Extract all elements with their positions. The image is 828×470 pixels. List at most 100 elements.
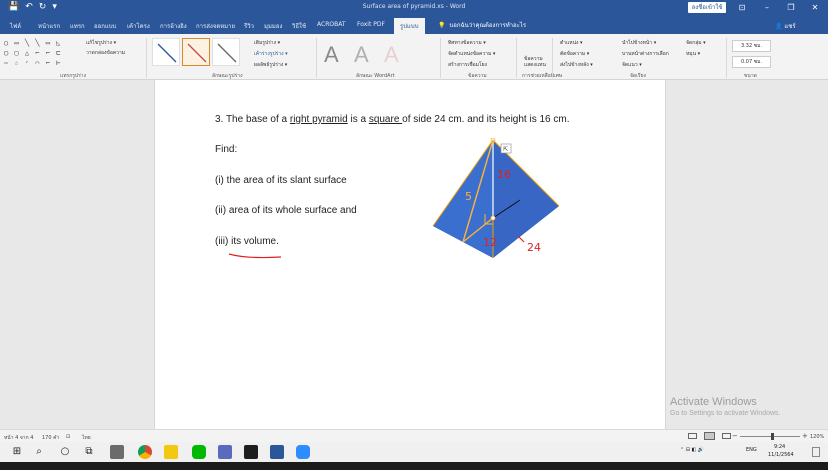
tab-help[interactable]: วิธีใช้ xyxy=(292,21,306,31)
system-tray-icons[interactable]: ⌃ ⊟ ◧ 🔊 xyxy=(680,447,704,453)
input-language[interactable]: ENG xyxy=(746,447,757,453)
style-swatch-1[interactable] xyxy=(152,38,180,66)
group-label-accessibility: การช่วยเหลือพิเศษ xyxy=(522,73,563,79)
ribbon: ○ ▭ ╲ ╲ ▭ ◺ ◯ ▢ △ ⌐ ⌐ ⊏ ⇨ ☆ ◜ ⌒ ⌐ ⊢ แก้ไ… xyxy=(0,34,828,80)
wordart-style-2[interactable]: A xyxy=(354,42,369,68)
clock-date[interactable]: 11/1/2564 xyxy=(768,452,794,458)
restore-icon[interactable]: ❐ xyxy=(784,2,798,13)
style-swatch-2[interactable] xyxy=(182,38,210,66)
proofing-icon[interactable]: ⊡ xyxy=(66,434,70,440)
handwritten-underline xyxy=(228,253,282,259)
shape-gallery[interactable]: ○ ▭ ╲ ╲ ▭ ◺ ◯ ▢ △ ⌐ ⌐ ⊏ ⇨ ☆ ◜ ⌒ ⌐ ⊢ xyxy=(4,38,80,68)
discord-app-icon[interactable] xyxy=(218,445,232,459)
share-button[interactable]: 👤 แชร์ xyxy=(775,21,796,31)
alt-text-button[interactable]: ข้อความ แสดงแทน xyxy=(524,56,546,68)
ribbon-divider xyxy=(726,38,727,78)
send-backward-button[interactable]: ส่งไปข้างหลัง ▾ xyxy=(560,61,593,69)
create-link-button[interactable]: สร้างการเชื่อมโยง xyxy=(448,61,487,69)
tab-shape-format[interactable]: รูปแบบ xyxy=(394,18,425,34)
question-underlined: right pyramid xyxy=(289,114,348,125)
tab-insert[interactable]: แทรก xyxy=(70,21,85,31)
tab-references[interactable]: การอ้างอิง xyxy=(160,21,187,31)
align-text-button[interactable]: จัดตำแหน่งข้อความ ▾ xyxy=(448,50,495,58)
side-annotation-tick xyxy=(517,235,525,243)
tab-design[interactable]: ออกแบบ xyxy=(94,21,116,31)
style-swatch-3[interactable] xyxy=(212,38,240,66)
word-count[interactable]: 170 คำ xyxy=(42,434,59,442)
file-explorer-icon[interactable] xyxy=(164,445,178,459)
zoom-slider[interactable] xyxy=(740,436,800,437)
language-indicator[interactable]: ไทย xyxy=(82,434,91,442)
position-button[interactable]: ตำแหน่ง ▾ xyxy=(560,39,583,47)
person-icon: 👤 xyxy=(775,23,783,30)
minimize-icon[interactable]: – xyxy=(760,2,774,13)
edit-shape-button[interactable]: แก้ไขรูปร่าง ▾ xyxy=(86,39,116,47)
question-line: 3. The base of a right pyramid is a squa… xyxy=(215,114,569,125)
screen-bottom-edge xyxy=(0,462,828,470)
close-icon[interactable]: ✕ xyxy=(808,2,822,13)
align-button[interactable]: จัดแนว ▾ xyxy=(622,61,642,69)
document-canvas[interactable]: 3. The base of a right pyramid is a squa… xyxy=(0,80,828,429)
half-side-annotation: 12 xyxy=(483,236,497,249)
group-label-wordart-styles: ลักษณะ WordArt xyxy=(356,73,395,79)
wrap-text-button[interactable]: ตัดข้อความ ▾ xyxy=(560,50,589,58)
wordart-style-3[interactable]: A xyxy=(384,42,399,68)
tell-me-search[interactable]: 💡 บอกฉันว่าคุณต้องการทำอะไร xyxy=(438,20,526,30)
tab-file[interactable]: ไฟล์ xyxy=(10,21,21,31)
shape-height-input[interactable]: 3.32 ซม. xyxy=(732,40,772,52)
tab-layout[interactable]: เค้าโครง xyxy=(127,21,150,31)
shape-fill-button[interactable]: เติมรูปร่าง ▾ xyxy=(254,39,280,47)
zoom-level[interactable]: 120% xyxy=(810,434,824,440)
start-button[interactable]: ⊞ xyxy=(10,445,24,459)
tab-foxit-pdf[interactable]: Foxit PDF xyxy=(357,21,385,28)
clock-time[interactable]: 9:24 xyxy=(774,444,785,450)
ribbon-display-options-icon[interactable]: ⊡ xyxy=(735,2,749,13)
search-icon[interactable]: ⌕ xyxy=(32,445,46,459)
bring-forward-button[interactable]: นำไปข้างหน้า ▾ xyxy=(622,39,656,47)
question-underlined: square xyxy=(368,114,403,125)
zoom-slider-thumb[interactable] xyxy=(771,433,774,440)
line-app-icon[interactable] xyxy=(192,445,206,459)
store-app-icon[interactable] xyxy=(110,445,124,459)
photos-app-icon[interactable] xyxy=(244,445,258,459)
tab-acrobat[interactable]: ACROBAT xyxy=(317,21,346,28)
cortana-icon[interactable]: ○ xyxy=(58,445,72,459)
task-view-icon[interactable]: ⧉ xyxy=(82,445,96,459)
notifications-icon[interactable] xyxy=(812,447,820,457)
pyramid-face-front-right xyxy=(493,140,559,258)
read-mode-icon[interactable] xyxy=(688,433,697,439)
ribbon-divider xyxy=(316,38,317,78)
status-bar: หน้า 4 จาก 4 170 คำ ⊡ ไทย − + 120% xyxy=(0,429,828,442)
document-page[interactable]: 3. The base of a right pyramid is a squa… xyxy=(154,80,666,429)
tab-mailings[interactable]: การส่งจดหมาย xyxy=(196,21,235,31)
page-count[interactable]: หน้า 4 จาก 4 xyxy=(4,434,33,442)
tab-review[interactable]: รีวิว xyxy=(244,21,254,31)
activate-windows-subtitle: Go to Settings to activate Windows. xyxy=(670,410,781,417)
rotate-button[interactable]: หมุน ▾ xyxy=(686,50,700,58)
group-button[interactable]: จัดกลุ่ม ▾ xyxy=(686,39,706,47)
tab-view[interactable]: มุมมอง xyxy=(264,21,282,31)
pyramid-figure[interactable]: ⇱ 16 5 12 24 xyxy=(425,138,575,260)
wordart-style-1[interactable]: A xyxy=(324,42,339,68)
word-app-icon[interactable] xyxy=(270,445,284,459)
question-text: of side 24 cm. and its height is 16 cm. xyxy=(402,114,570,125)
tab-home[interactable]: หน้าแรก xyxy=(38,21,60,31)
group-label-arrange: จัดเรียง xyxy=(630,73,646,79)
web-layout-icon[interactable] xyxy=(722,433,731,439)
shape-width-input[interactable]: 0.07 ซม. xyxy=(732,56,772,68)
text-direction-button[interactable]: ทิศทางข้อความ ▾ xyxy=(448,39,486,47)
sign-in-button[interactable]: ลงชื่อเข้าใช้ xyxy=(688,2,726,13)
shape-outline-button[interactable]: เค้าร่างรูปร่าง ▾ xyxy=(254,50,288,58)
zoom-out-button[interactable]: − xyxy=(732,432,738,440)
layout-options-icon: ⇱ xyxy=(503,146,508,153)
chrome-app-icon[interactable] xyxy=(138,445,152,459)
zoom-app-icon[interactable] xyxy=(296,445,310,459)
shape-effects-button[interactable]: ผลลัพธ์รูปร่าง ▾ xyxy=(254,61,287,69)
draw-textbox-button[interactable]: วาดกล่องข้อความ xyxy=(86,49,125,57)
zoom-in-button[interactable]: + xyxy=(802,432,808,440)
ribbon-divider xyxy=(146,38,147,78)
selection-pane-button[interactable]: บานหน้าต่างการเลือก xyxy=(622,50,669,58)
print-layout-icon[interactable] xyxy=(704,432,715,440)
activate-windows-title: Activate Windows xyxy=(670,396,757,408)
find-item-2: (ii) area of its whole surface and xyxy=(215,205,357,216)
